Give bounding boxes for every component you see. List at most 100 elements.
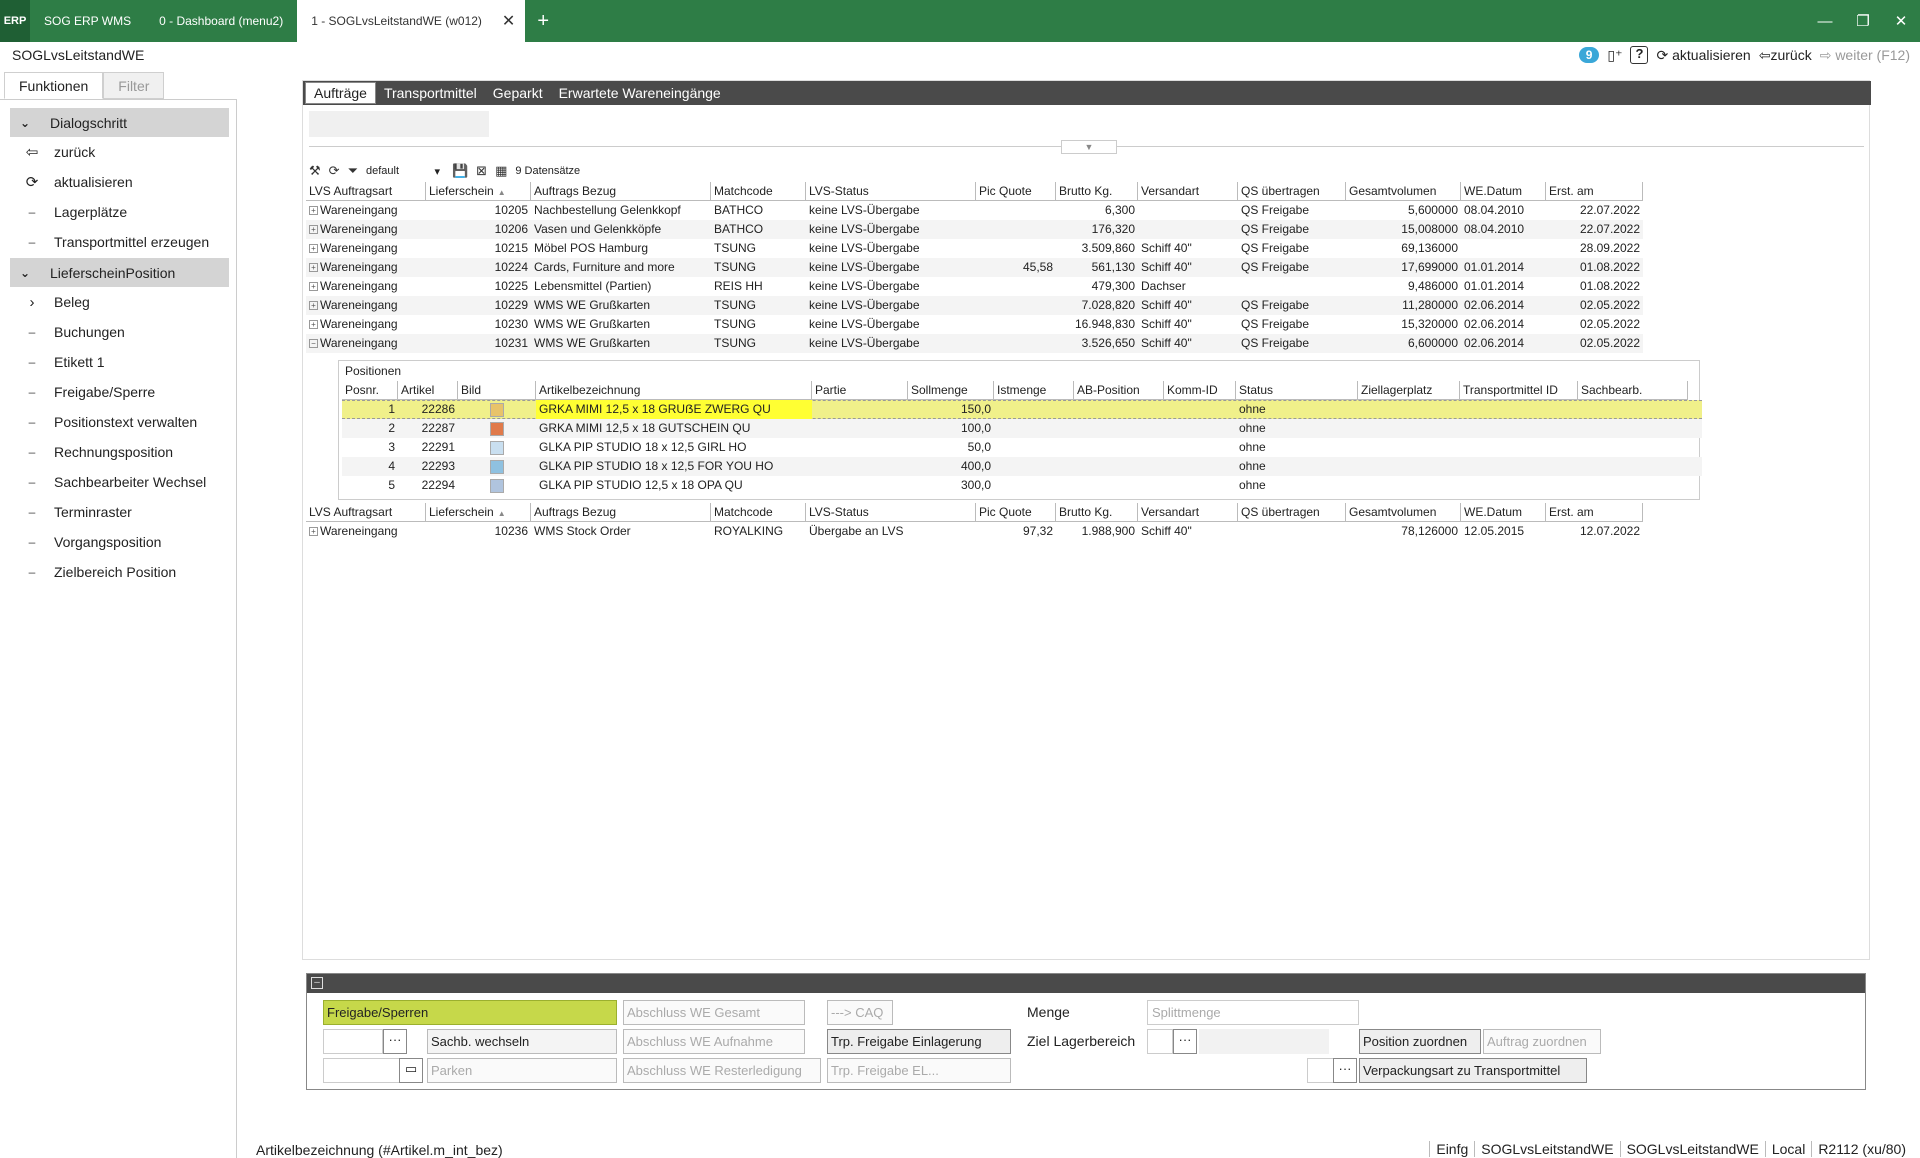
table-row[interactable]: + Wareneingang 10206 Vasen und Gelenkköpfe B… (306, 220, 1643, 239)
sidebar-item-transportmittel-erzeugen[interactable]: – Transportmittel erzeugen (10, 228, 229, 256)
calendar-icon[interactable]: ▭ (399, 1058, 423, 1083)
sidebar-item-zurueck[interactable]: ⇦ zurück (10, 138, 229, 166)
back-button[interactable]: ⇦zurück (1759, 47, 1812, 64)
tab-funktionen[interactable]: Funktionen (4, 72, 104, 99)
orders-column-header[interactable]: Auftrags Bezug (531, 182, 711, 201)
table-row[interactable]: + Wareneingang 10236 WMS Stock Order ROYALKI… (306, 522, 1643, 541)
collapse-row-icon[interactable]: − (309, 339, 318, 349)
positions-column-header[interactable]: Transportmittel ID (1460, 381, 1578, 400)
caq-button[interactable]: ---> CAQ (827, 1000, 893, 1025)
tab-dashboard[interactable]: 0 - Dashboard (menu2) (145, 0, 297, 42)
positions-column-header[interactable]: Sachbearb. (1578, 381, 1688, 400)
orders-column-header[interactable]: Versandart (1138, 503, 1238, 522)
group-dialogschritt[interactable]: ⌄ Dialogschritt (10, 108, 229, 137)
orders-column-header[interactable]: Pic Quote (976, 503, 1056, 522)
tab-leitstand-we[interactable]: 1 - SOGLvsLeitstandWE (w012) ✕ (297, 0, 526, 42)
table-row[interactable]: 2 22287 GRKA MIMI 12,5 x 18 GUTSCHEIN QU 10… (342, 419, 1702, 438)
table-row[interactable]: − Wareneingang 10231 WMS WE Grußkarten TSUNG… (306, 334, 1643, 353)
orders-column-header[interactable]: WE.Datum (1461, 182, 1546, 201)
ziel-lagerbereich-input[interactable] (1147, 1029, 1173, 1054)
minimize-icon[interactable]: — (1806, 13, 1844, 30)
freigabe-sperren-button[interactable]: Freigabe/Sperren (323, 1000, 617, 1025)
orders-column-header[interactable]: Versandart (1138, 182, 1238, 201)
positions-column-header[interactable]: Posnr. (342, 381, 398, 400)
orders-column-header[interactable]: Brutto Kg. (1056, 503, 1138, 522)
orders-column-header[interactable]: LVS Auftragsart (306, 503, 426, 522)
expand-row-icon[interactable]: + (309, 301, 318, 311)
tab-erwartete-wareneingaenge[interactable]: Erwartete Wareneingänge (551, 81, 729, 105)
table-row[interactable]: + Wareneingang 10229 WMS WE Grußkarten TSUNG… (306, 296, 1643, 315)
table-row[interactable]: + Wareneingang 10224 Cards, Furniture and m… (306, 258, 1643, 277)
orders-column-header[interactable]: Erst. am (1546, 503, 1643, 522)
positions-column-header[interactable]: Istmenge (994, 381, 1074, 400)
table-row[interactable]: 5 22294 GLKA PIP STUDIO 12,5 x 18 OPA QU 30… (342, 476, 1702, 495)
group-lieferscheinposition[interactable]: ⌄ LieferscheinPosition (10, 258, 229, 287)
abschluss-gesamt-button[interactable]: Abschluss WE Gesamt (623, 1000, 805, 1025)
layout-select[interactable]: default ▾ (366, 165, 444, 178)
sidebar-item-aktualisieren[interactable]: ⟳ aktualisieren (10, 168, 229, 196)
abschluss-rest-button[interactable]: Abschluss WE Resterledigung (623, 1058, 821, 1083)
orders-column-header[interactable]: Erst. am (1546, 182, 1643, 201)
sachb-lookup-button[interactable]: ··· (383, 1029, 407, 1054)
verpackung-lookup-button[interactable]: ··· (1333, 1058, 1357, 1083)
positions-column-header[interactable]: Bild (458, 381, 536, 400)
orders-column-header[interactable]: QS übertragen (1238, 503, 1346, 522)
sidebar-item-positionstext[interactable]: – Positionstext verwalten (10, 408, 229, 436)
sidebar-item-terminraster[interactable]: – Terminraster (10, 498, 229, 526)
orders-column-header[interactable]: Lieferschein ▲ (426, 503, 531, 522)
collapse-icon[interactable]: – (311, 977, 323, 989)
sidebar-item-etikett[interactable]: – Etikett 1 (10, 348, 229, 376)
splittmenge-input[interactable]: Splittmenge (1147, 1000, 1359, 1025)
sidebar-item-vorgangsposition[interactable]: – Vorgangsposition (10, 528, 229, 556)
add-tab-icon[interactable]: + (525, 10, 561, 33)
positions-column-header[interactable]: Partie (812, 381, 908, 400)
positions-column-header[interactable]: Artikelbezeichnung (536, 381, 812, 400)
sidebar-item-zielbereich[interactable]: – Zielbereich Position (10, 558, 229, 586)
trp-freigabe-el-button[interactable]: Trp. Freigabe EL... (827, 1058, 1011, 1083)
trp-freigabe-einlagerung-button[interactable]: Trp. Freigabe Einlagerung (827, 1029, 1011, 1054)
reload-icon[interactable]: ⟳ (329, 163, 340, 179)
window-close-icon[interactable]: ✕ (1882, 12, 1920, 30)
verpackungsart-button[interactable]: Verpackungsart zu Transportmittel (1359, 1058, 1587, 1083)
expand-row-icon[interactable]: + (309, 527, 318, 537)
sidebar-item-freigabe[interactable]: – Freigabe/Sperre (10, 378, 229, 406)
table-row[interactable]: + Wareneingang 10225 Lebensmittel (Partien)… (306, 277, 1643, 296)
table-row[interactable]: 3 22291 GLKA PIP STUDIO 18 x 12,5 GIRL HO 5… (342, 438, 1702, 457)
table-row[interactable]: + Wareneingang 10230 WMS WE Grußkarten TSUNG… (306, 315, 1643, 334)
orders-column-header[interactable]: LVS-Status (806, 503, 976, 522)
table-row[interactable]: 4 22293 GLKA PIP STUDIO 18 x 12,5 FOR YOU … (342, 457, 1702, 476)
sidebar-item-lagerplaetze[interactable]: – Lagerplätze (10, 198, 229, 226)
restore-icon[interactable]: ❐ (1844, 12, 1882, 30)
positions-column-header[interactable]: Sollmenge (908, 381, 994, 400)
filter-input[interactable] (309, 111, 489, 137)
sachb-wechseln-button[interactable]: Sachb. wechseln (427, 1029, 617, 1054)
auftrag-zuordnen-button[interactable]: Auftrag zuordnen (1483, 1029, 1601, 1054)
orders-column-header[interactable]: Pic Quote (976, 182, 1056, 201)
table-row[interactable]: + Wareneingang 10205 Nachbestellung Gelenkk… (306, 201, 1643, 220)
filter-icon[interactable]: ⏷ (348, 163, 358, 179)
tab-transportmittel[interactable]: Transportmittel (376, 81, 485, 105)
orders-column-header[interactable]: LVS-Status (806, 182, 976, 201)
positions-column-header[interactable]: Status (1236, 381, 1358, 400)
parken-input[interactable] (323, 1058, 403, 1083)
table-row[interactable]: 1 22286 GRKA MIMI 12,5 x 18 GRUẞE ZWERG QU… (342, 400, 1702, 419)
help-icon[interactable]: ? (1630, 46, 1649, 64)
sachb-input[interactable] (323, 1029, 383, 1054)
expand-row-icon[interactable]: + (309, 244, 318, 254)
tab-sog-erp-wms[interactable]: SOG ERP WMS (30, 0, 145, 42)
sidebar-item-beleg[interactable]: › Beleg (10, 288, 229, 316)
abschluss-aufnahme-button[interactable]: Abschluss WE Aufnahme (623, 1029, 805, 1054)
save-icon[interactable]: 💾 (452, 163, 468, 179)
forward-button[interactable]: ⇨ weiter (F12) (1820, 47, 1910, 64)
grid-settings-icon[interactable]: ▦ (495, 163, 507, 179)
sidebar-item-buchungen[interactable]: – Buchungen (10, 318, 229, 346)
expand-row-icon[interactable]: + (309, 282, 318, 292)
orders-column-header[interactable]: WE.Datum (1461, 503, 1546, 522)
orders-column-header[interactable]: Matchcode (711, 503, 806, 522)
orders-column-header[interactable]: Gesamtvolumen (1346, 503, 1461, 522)
splitter-handle-icon[interactable]: ▼ (1061, 140, 1117, 154)
positions-column-header[interactable]: AB-Position (1074, 381, 1164, 400)
delete-layout-icon[interactable]: ⊠ (476, 163, 487, 179)
expand-row-icon[interactable]: + (309, 225, 318, 235)
position-zuordnen-button[interactable]: Position zuordnen (1359, 1029, 1481, 1054)
